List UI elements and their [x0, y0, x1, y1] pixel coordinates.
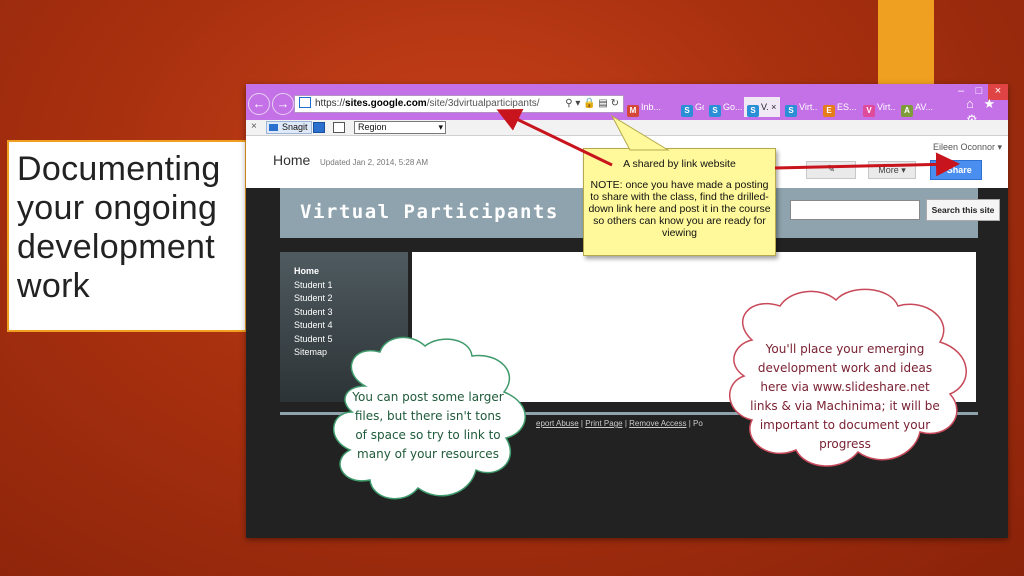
- url-host: sites.google.com: [345, 98, 427, 109]
- print-page-link[interactable]: Print Page: [585, 419, 622, 428]
- share-label: Share: [946, 165, 972, 175]
- note-title: A shared by link website: [623, 158, 736, 170]
- sidebar-item-student-2[interactable]: Student 2: [294, 292, 408, 306]
- av-icon: A: [901, 105, 913, 117]
- slide-title-line: Documenting: [17, 150, 221, 188]
- rss-icon: E: [823, 105, 835, 117]
- browser-tab[interactable]: V Virt...: [860, 97, 896, 117]
- snagit-toolbar: × Snagit Region: [246, 120, 1008, 136]
- sidebar-item-student-4[interactable]: Student 4: [294, 319, 408, 333]
- tab-label: Go...: [723, 102, 742, 112]
- capture-icon[interactable]: [313, 122, 325, 133]
- note-body: NOTE: once you have made a posting to sh…: [588, 179, 771, 239]
- slide-title-line: your ongoing: [17, 189, 218, 227]
- tab-label: Go...: [695, 102, 704, 112]
- tab-label: AV...: [915, 102, 934, 112]
- browser-tab[interactable]: SGo...: [678, 97, 704, 117]
- close-toolbar-icon[interactable]: ×: [251, 121, 257, 132]
- search-site-button[interactable]: Search this site: [926, 199, 1000, 221]
- google-sites-icon: S: [709, 105, 721, 117]
- address-tools-icons[interactable]: ⚲ ▾ 🔒 ▤ ↻: [565, 96, 619, 112]
- gmail-icon: M: [627, 105, 639, 117]
- url-scheme: https://: [315, 98, 346, 109]
- browser-tab[interactable]: S Virt...: [782, 97, 818, 117]
- window-capture-icon[interactable]: [333, 122, 345, 133]
- cloud-right-text: You'll place your emerging development w…: [750, 342, 940, 451]
- slide-title-box: Documenting your ongoing development wor…: [7, 140, 247, 332]
- person-icon: ☺: [935, 165, 945, 175]
- region-select[interactable]: Region: [354, 121, 446, 134]
- site-favicon-icon: [299, 97, 311, 108]
- google-sites-icon: S: [747, 105, 759, 117]
- site-search-input[interactable]: [790, 200, 920, 220]
- slide-title-line: development: [17, 228, 215, 266]
- back-arrow-icon[interactable]: ←: [248, 93, 270, 115]
- tab-label: Inb...: [641, 102, 662, 112]
- sticky-note-callout: A shared by link website NOTE: once you …: [583, 148, 776, 256]
- tab-label: Virt...: [799, 102, 818, 112]
- sidebar-nav: Home Student 1 Student 2 Student 3 Stude…: [280, 252, 408, 402]
- tab-label: V. ×: [761, 102, 777, 112]
- footer-trailing-text: Po: [693, 419, 703, 428]
- tab-label: ES...: [837, 102, 857, 112]
- sidebar-item-student-1[interactable]: Student 1: [294, 279, 408, 293]
- forward-arrow-icon[interactable]: →: [272, 93, 294, 115]
- report-abuse-link[interactable]: eport Abuse: [536, 419, 579, 428]
- cloud-left-text: You can post some larger files, but ther…: [352, 390, 504, 461]
- browser-tab[interactable]: S V. ×: [744, 97, 780, 117]
- remove-access-link[interactable]: Remove Access: [629, 419, 686, 428]
- google-sites-icon: S: [681, 105, 693, 117]
- slide-title-line: work: [17, 267, 90, 305]
- share-button[interactable]: ☺ Share: [930, 160, 982, 180]
- snagit-button[interactable]: Snagit: [266, 121, 312, 134]
- sidebar-item-student-5[interactable]: Student 5: [294, 333, 408, 347]
- more-button[interactable]: More ▾: [868, 161, 916, 179]
- browser-tab[interactable]: M Inb...: [624, 97, 668, 117]
- footer-links: eport Abuse | Print Page | Remove Access…: [536, 419, 703, 428]
- tab-label: Virt...: [877, 102, 896, 112]
- browser-tab[interactable]: SGo...: [706, 97, 742, 117]
- address-bar[interactable]: https://sites.google.com/site/3dvirtualp…: [294, 95, 624, 113]
- edit-page-button[interactable]: ✎: [806, 161, 856, 179]
- accent-tab: [878, 0, 934, 84]
- page-title: Home: [273, 152, 311, 168]
- browser-titlebar: – □ × ← → https://sites.google.com/site/…: [246, 84, 1008, 127]
- sidebar-item-sitemap[interactable]: Sitemap: [294, 346, 408, 360]
- google-sites-icon: S: [785, 105, 797, 117]
- updated-timestamp: Updated Jan 2, 2014, 5:28 AM: [320, 158, 429, 167]
- user-menu[interactable]: Eileen Oconnor ▾: [933, 142, 1002, 153]
- site-title[interactable]: Virtual Participants: [300, 201, 559, 223]
- sidebar-item-home[interactable]: Home: [294, 265, 408, 279]
- browser-tab[interactable]: E ES...: [820, 97, 858, 117]
- browser-tab[interactable]: A AV...: [898, 97, 938, 117]
- sidebar-item-student-3[interactable]: Student 3: [294, 306, 408, 320]
- url-path: /site/3dvirtualparticipants/: [426, 98, 540, 109]
- pink-site-icon: V: [863, 105, 875, 117]
